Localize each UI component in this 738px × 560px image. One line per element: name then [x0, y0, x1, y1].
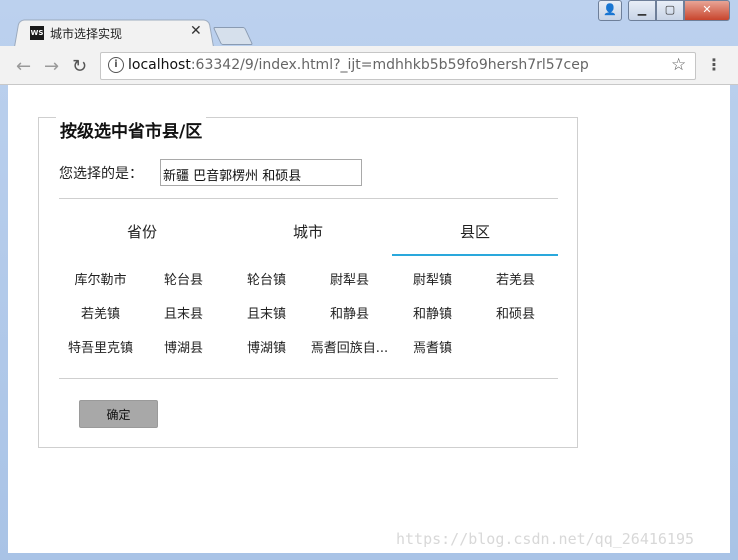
county-item[interactable]: 尉犁县 — [308, 266, 391, 296]
url-path: :63342/9/index.html?_ijt=mdhhkb5b59fo9he… — [190, 57, 589, 73]
reload-icon[interactable]: ↻ — [72, 56, 87, 77]
county-item[interactable]: 特吾里克镇 — [59, 334, 142, 364]
tab-title: 城市选择实现 — [50, 27, 123, 41]
divider-bottom — [59, 378, 558, 379]
county-item[interactable]: 焉耆回族自... — [308, 334, 391, 364]
county-item[interactable]: 焉耆镇 — [391, 334, 474, 364]
county-item[interactable]: 尉犁镇 — [391, 266, 474, 296]
window-controls: 👤 ▁ ▢ ✕ — [598, 0, 730, 21]
bookmark-star-icon[interactable]: ☆ — [671, 55, 686, 75]
tab-city[interactable]: 城市 — [225, 218, 391, 254]
forward-arrow-icon[interactable]: → — [44, 56, 59, 77]
confirm-button[interactable]: 确定 — [79, 400, 158, 428]
county-item[interactable]: 和静镇 — [391, 300, 474, 330]
maximize-button[interactable]: ▢ — [656, 0, 684, 21]
minimize-button[interactable]: ▁ — [628, 0, 656, 21]
menu-dots-icon[interactable]: ⋮ — [706, 55, 722, 74]
county-item[interactable]: 博湖镇 — [225, 334, 308, 364]
county-item[interactable]: 若羌镇 — [59, 300, 142, 330]
info-icon[interactable]: i — [108, 57, 124, 73]
selector-legend: 按级选中省市县/区 — [56, 117, 207, 142]
tab-county[interactable]: 县区 — [392, 218, 558, 256]
county-item[interactable]: 和硕县 — [474, 300, 557, 330]
county-item[interactable]: 博湖县 — [142, 334, 225, 364]
county-item[interactable]: 且末镇 — [225, 300, 308, 330]
user-icon[interactable]: 👤 — [598, 0, 622, 21]
divider — [59, 198, 558, 199]
back-arrow-icon[interactable]: ← — [16, 56, 31, 77]
county-item[interactable]: 若羌县 — [474, 266, 557, 296]
favicon-icon: WS — [30, 26, 44, 40]
url-host: localhost — [128, 57, 191, 73]
county-item[interactable]: 且末县 — [142, 300, 225, 330]
county-item[interactable]: 和静县 — [308, 300, 391, 330]
selected-label: 您选择的是： — [59, 166, 143, 182]
county-item[interactable]: 轮台镇 — [225, 266, 308, 296]
close-window-button[interactable]: ✕ — [684, 0, 730, 21]
url-text[interactable]: localhost:63342/9/index.html?_ijt=mdhhkb… — [128, 57, 589, 73]
county-item[interactable]: 库尔勒市 — [59, 266, 142, 296]
watermark: https://blog.csdn.net/qq_26416195 — [396, 530, 695, 548]
level-tabs: 省份 城市 县区 — [59, 218, 558, 256]
county-item[interactable]: 轮台县 — [142, 266, 225, 296]
tab-close-icon[interactable]: ✕ — [190, 23, 202, 39]
selected-value-field[interactable]: 新疆 巴音郭楞州 和硕县 — [160, 159, 362, 186]
tab-province[interactable]: 省份 — [59, 218, 225, 254]
